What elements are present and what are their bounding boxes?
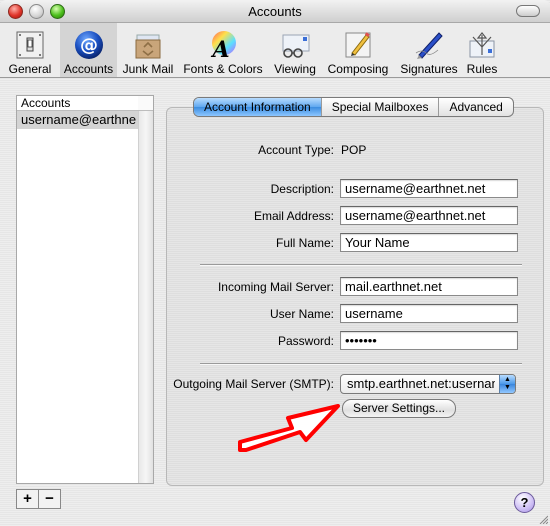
toolbar-label: Junk Mail [122,62,174,76]
full-name-field[interactable]: Your Name [340,233,518,252]
tab-advanced[interactable]: Advanced [438,98,512,116]
glasses-envelope-icon [282,34,310,58]
incoming-mail-server-field[interactable]: mail.earthnet.net [340,277,518,296]
user-name-field[interactable]: username [340,304,518,323]
accounts-list-scrollbar[interactable] [138,111,153,483]
account-tab-panel [166,107,544,486]
light-switch-icon [16,31,44,59]
description-label: Description: [270,182,334,196]
toolbar-label: Accounts [63,62,114,76]
smtp-server-value: smtp.earthnet.net:username [347,376,495,391]
resize-grip-icon[interactable] [538,514,548,524]
account-type-label: Account Type: [258,143,334,157]
toolbar-label: Fonts & Colors [183,62,263,76]
toolbar-item-viewing[interactable]: Viewing [269,23,321,77]
recycle-box-icon [135,34,161,59]
account-tabs: Account Information Special Mailboxes Ad… [193,97,514,117]
accounts-column-header[interactable]: Accounts [17,96,142,111]
remove-account-button[interactable]: − [38,490,60,508]
svg-text:@: @ [80,35,98,56]
email-address-field[interactable]: username@earthnet.net [340,206,518,225]
toolbar-toggle-button[interactable] [516,5,540,17]
server-settings-button[interactable]: Server Settings... [342,399,456,418]
separator [200,363,522,365]
description-field[interactable]: username@earthnet.net [340,179,518,198]
svg-text:A: A [210,37,229,61]
toolbar-item-fonts-colors[interactable]: A Fonts & Colors [181,23,265,77]
separator [200,264,522,266]
toolbar-label: General [8,62,52,76]
toolbar-label: Viewing [274,62,316,76]
add-account-button[interactable]: + [17,490,38,508]
email-address-label: Email Address: [253,209,334,223]
account-list-item[interactable]: username@earthne [17,111,142,129]
toolbar-label: Rules [466,62,498,76]
toolbar-item-composing[interactable]: Composing [324,23,392,77]
toolbar-item-general[interactable]: General [4,23,56,77]
full-name-label: Full Name: [275,236,334,250]
red-arrow-annotation [238,404,340,452]
list-controls: + − [16,489,61,509]
rules-arrows-icon [469,32,495,58]
accounts-list: Accounts username@earthne [16,95,154,484]
up-down-arrows-icon: ▲ ▼ [499,375,515,393]
pen-icon [415,32,443,59]
password-label: Password: [277,334,334,348]
smtp-server-label: Outgoing Mail Server (SMTP): [173,377,334,391]
smtp-server-popup[interactable]: smtp.earthnet.net:username ▲ ▼ [340,374,516,394]
help-button[interactable]: ? [514,492,535,513]
toolbar-item-accounts[interactable]: @ Accounts [60,23,117,77]
list-header-corner [138,96,153,111]
toolbar-item-signatures[interactable]: Signatures [396,23,462,77]
at-sign-icon: @ [74,31,103,59]
password-field[interactable]: ••••••• [340,331,518,350]
font-color-wheel-icon: A [210,31,236,61]
incoming-mail-server-label: Incoming Mail Server: [217,280,334,294]
toolbar-item-rules[interactable]: Rules [464,23,500,77]
tab-special-mailboxes[interactable]: Special Mailboxes [320,98,439,116]
account-type-value: POP [341,143,367,157]
toolbar-item-junk-mail[interactable]: Junk Mail [119,23,177,77]
window-title: Accounts [248,4,302,19]
toolbar-label: Signatures [400,62,458,76]
toolbar-label: Composing [327,62,389,76]
preferences-toolbar: General @ Accounts Junk Mail A Fonts & C… [0,23,550,78]
user-name-label: User Name: [269,307,334,321]
tab-account-information[interactable]: Account Information [194,98,321,116]
title-bar: Accounts [0,0,550,23]
pencil-paper-icon [345,32,371,58]
